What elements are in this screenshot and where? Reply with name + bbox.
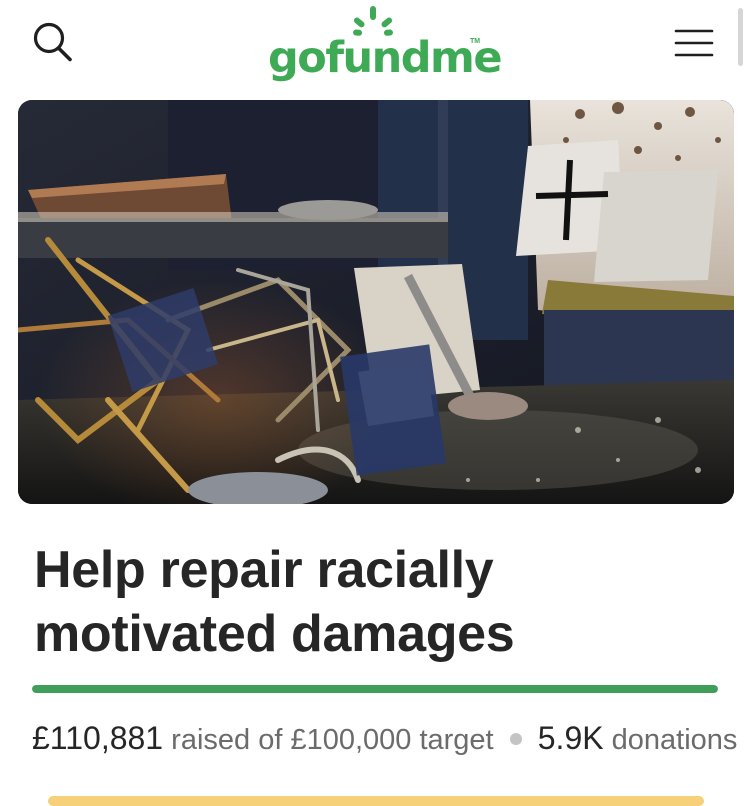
donate-button[interactable] [48,796,704,806]
donation-stats: £110,881 raised of £100,000 target 5.9K … [32,716,737,762]
campaign-title: Help repair racially motivated damages [34,541,515,663]
donations-label: donations [611,724,738,756]
raised-amount: £110,881 [32,720,164,756]
separator-dot [509,733,522,746]
raised-of-target: raised of £100,000 target [171,724,494,756]
search-button[interactable] [28,18,80,70]
menu-button[interactable] [668,22,720,66]
search-icon [33,22,72,62]
hamburger-menu-icon [674,29,714,57]
donations-count: 5.9K [537,720,604,756]
top-header: gofundme TM [0,0,750,92]
trademark-mark: TM [470,38,481,45]
logo-wordmark: gofundme [268,33,503,83]
campaign-hero-image[interactable] [18,100,734,504]
gofundme-logo[interactable]: gofundme TM [268,4,503,84]
progress-bar-fill [32,685,718,693]
donation-progress-bar [32,685,718,693]
scrollbar[interactable] [738,8,743,66]
fire-damage-photo [18,100,734,504]
logo-sun-icon [353,6,393,36]
